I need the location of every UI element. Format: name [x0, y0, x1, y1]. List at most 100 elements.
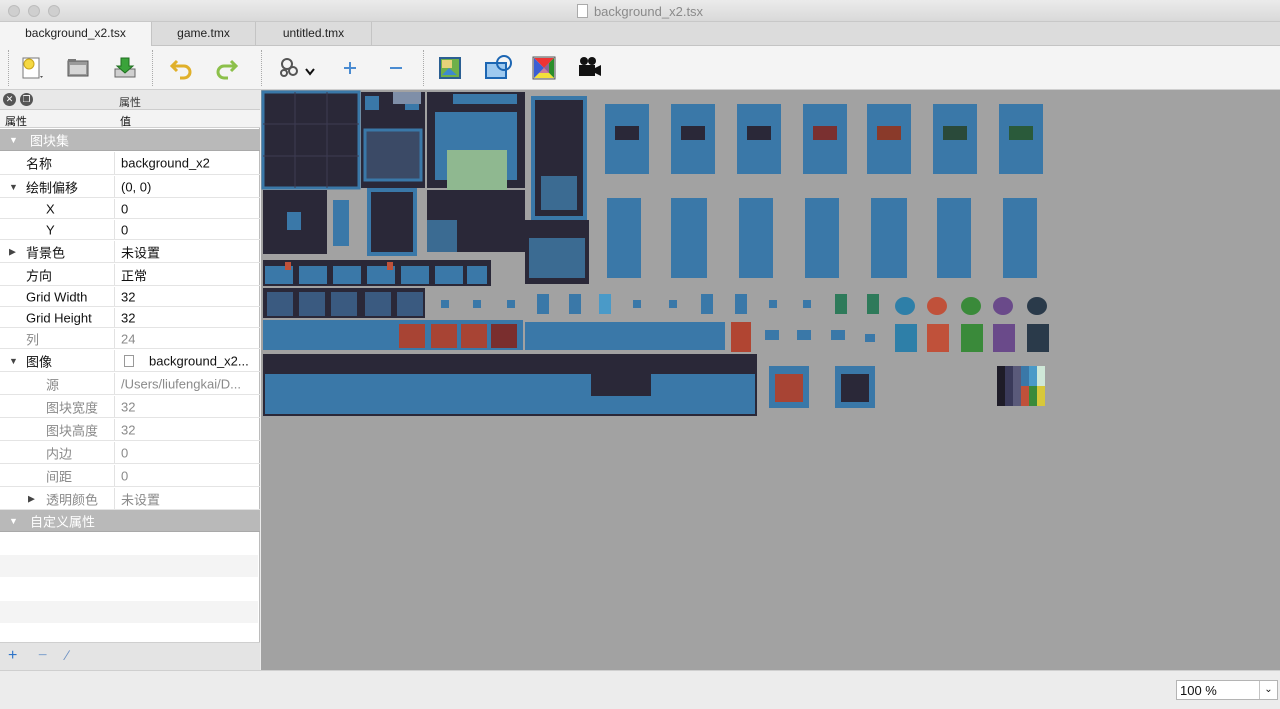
tile-floor-block[interactable] — [427, 92, 525, 190]
tile-pillar-block[interactable] — [531, 96, 587, 220]
app-window: background_x2.tsx background_x2.tsx game… — [0, 0, 1280, 709]
settings-dropdown-icon[interactable] — [276, 54, 320, 82]
open-folder-icon[interactable] — [64, 54, 92, 82]
remove-property-icon[interactable]: − — [38, 647, 47, 665]
image-file-icon — [124, 355, 134, 367]
tile-statues[interactable] — [605, 104, 1043, 278]
property-label: 图块高度 — [46, 423, 99, 438]
property-value: 0 — [121, 445, 129, 460]
property-label: 间距 — [46, 469, 73, 484]
chevron-down-icon[interactable]: ⌄ — [1259, 681, 1277, 699]
property-label: 源 — [46, 377, 60, 392]
property-label: 内边 — [46, 446, 73, 461]
property-row-y[interactable]: Y 0 — [0, 220, 260, 240]
tile-orbs-figures[interactable] — [895, 297, 1049, 352]
tab-untitled[interactable]: untitled.tmx — [256, 22, 372, 46]
undo-icon[interactable] — [168, 54, 196, 82]
property-label: 背景色 — [26, 245, 66, 260]
property-row-columns: 列 24 — [0, 329, 260, 349]
property-value: 0 — [121, 468, 129, 483]
add-icon[interactable] — [336, 54, 364, 82]
property-value[interactable]: 32 — [121, 289, 135, 304]
property-value[interactable]: 0 — [121, 222, 128, 237]
toolbar-separator — [423, 50, 424, 86]
group-title: 图块集 — [30, 133, 70, 148]
tab-background-x2[interactable]: background_x2.tsx — [0, 22, 152, 46]
tileset-view[interactable] — [261, 90, 1280, 670]
property-label: Y — [46, 222, 55, 237]
property-row-name[interactable]: 名称 background_x2 — [0, 152, 260, 175]
redo-icon[interactable] — [212, 54, 240, 82]
toolbar — [0, 46, 1280, 90]
window-title-text: background_x2.tsx — [593, 4, 704, 19]
property-row-x[interactable]: X 0 — [0, 199, 260, 219]
tile-gates-row[interactable] — [263, 288, 425, 318]
terrain-icon[interactable] — [436, 54, 464, 82]
property-label: 方向 — [26, 268, 53, 283]
column-headers: 属性 值 — [0, 110, 260, 128]
properties-panel: ✕ ❐ 属性 属性 值 ▼ 图块集 名称 background_x2 ▼ 绘制偏… — [0, 90, 260, 670]
panel-footer: + − ∕ — [0, 642, 260, 670]
property-label: 名称 — [26, 156, 53, 172]
property-label: 图块宽度 — [46, 400, 99, 415]
property-row-source[interactable]: 源 /Users/liufengkai/D... — [0, 373, 260, 395]
column-property[interactable]: 属性 — [5, 113, 27, 129]
property-row-draw-offset[interactable]: ▼ 绘制偏移 (0, 0) — [0, 176, 260, 198]
shapes-icon[interactable] — [484, 54, 512, 82]
property-row-image[interactable]: ▼ 图像 background_x2... — [0, 350, 260, 372]
property-value[interactable]: 未设置 — [121, 489, 160, 508]
add-property-icon[interactable]: + — [8, 647, 17, 665]
property-row-margin: 内边 0 — [0, 442, 260, 464]
tile-door-frame[interactable] — [769, 366, 875, 408]
property-value[interactable]: 0 — [121, 201, 128, 216]
tab-game[interactable]: game.tmx — [152, 22, 256, 46]
tile-chests-row[interactable] — [263, 260, 491, 286]
document-icon — [576, 4, 588, 18]
property-row-grid-width[interactable]: Grid Width 32 — [0, 287, 260, 307]
window-title: background_x2.tsx — [0, 4, 1280, 19]
property-row-tile-width: 图块宽度 32 — [0, 396, 260, 418]
group-title: 自定义属性 — [30, 514, 96, 529]
new-file-icon[interactable] — [19, 54, 47, 82]
panel-title: 属性 — [119, 97, 141, 109]
color-icon[interactable] — [530, 54, 558, 82]
tab-bar: background_x2.tsx game.tmx untitled.tmx — [0, 22, 1280, 46]
zoom-value: 100 % — [1180, 683, 1217, 698]
tileset-image[interactable] — [261, 90, 1061, 420]
tile-room-block-2[interactable] — [361, 92, 425, 188]
property-row-transparent-color[interactable]: ▶ 透明颜色 未设置 — [0, 488, 260, 510]
toolbar-separator — [261, 50, 262, 86]
property-value[interactable]: background_x2... — [149, 353, 249, 368]
zoom-select[interactable]: 100 % ⌄ — [1176, 680, 1278, 700]
property-value[interactable]: background_x2 — [121, 156, 210, 171]
property-row-grid-height[interactable]: Grid Height 32 — [0, 308, 260, 328]
property-label: X — [46, 201, 55, 216]
empty-row — [0, 601, 258, 623]
property-label: 绘制偏移 — [26, 180, 79, 195]
tile-room-block-1[interactable] — [261, 90, 361, 190]
group-custom-properties[interactable]: ▼ 自定义属性 — [0, 510, 260, 532]
property-row-background-color[interactable]: ▶ 背景色 未设置 — [0, 241, 260, 263]
tile-walls-block[interactable] — [263, 354, 757, 416]
property-label: Grid Width — [26, 289, 88, 304]
property-value[interactable]: (0, 0) — [121, 179, 151, 194]
camera-icon[interactable] — [576, 54, 604, 82]
save-icon[interactable] — [111, 54, 139, 82]
property-value[interactable]: /Users/liufengkai/D... — [121, 376, 241, 391]
property-row-orientation[interactable]: 方向 正常 — [0, 264, 260, 286]
property-value[interactable]: 正常 — [121, 265, 147, 284]
property-label: Grid Height — [26, 310, 92, 325]
tile-doors-row[interactable] — [263, 320, 751, 352]
toolbar-separator — [152, 50, 153, 86]
collapse-triangle-icon[interactable]: ▼ — [9, 516, 18, 526]
remove-icon[interactable] — [382, 54, 410, 82]
collapse-triangle-icon[interactable]: ▼ — [9, 135, 18, 145]
property-value[interactable]: 32 — [121, 310, 135, 325]
title-bar: background_x2.tsx — [0, 0, 1280, 22]
edit-property-icon[interactable]: ∕ — [66, 647, 68, 663]
property-value[interactable]: 未设置 — [121, 242, 160, 261]
property-label: 透明颜色 — [46, 492, 99, 507]
group-tileset[interactable]: ▼ 图块集 — [0, 129, 260, 151]
column-value[interactable]: 值 — [120, 113, 131, 129]
tile-color-palette[interactable] — [997, 366, 1045, 406]
